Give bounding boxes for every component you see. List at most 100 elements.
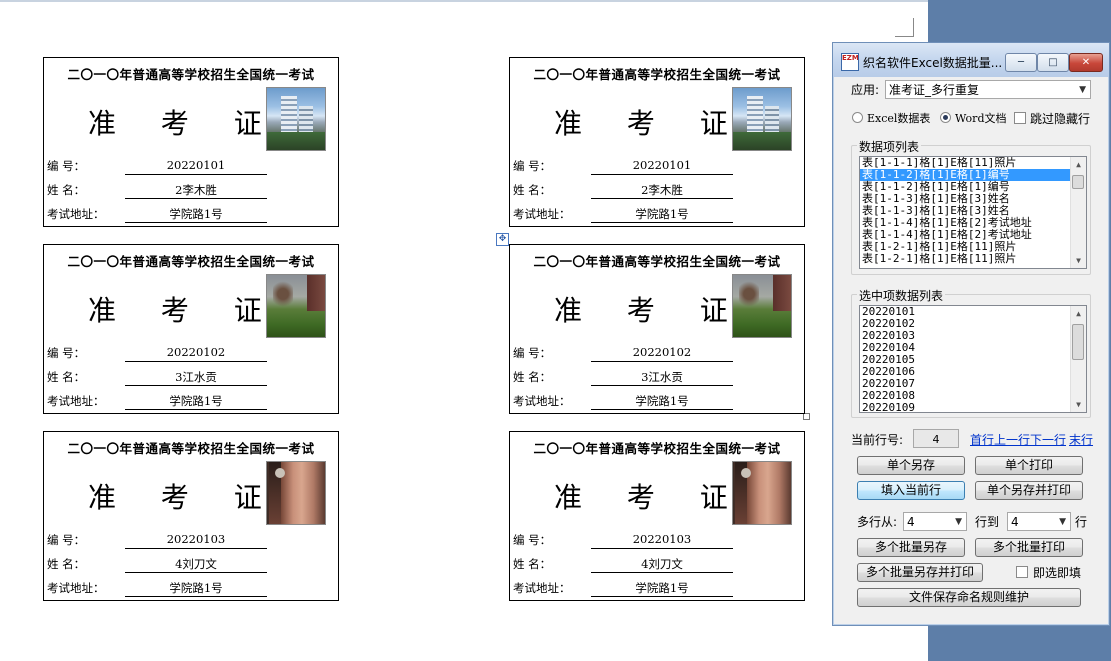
card-title: 二〇一〇年普通高等学校招生全国统一考试 [533,441,781,456]
name-value: 4刘刀文 [591,556,733,573]
name-value: 4刘刀文 [125,556,267,573]
multi-from-label: 多行从: [857,515,898,529]
scroll-down-icon[interactable]: ▼ [1071,397,1086,412]
candidate-photo [266,461,326,525]
multi-save-button[interactable]: 多个批量另存 [857,538,965,557]
data-items-scrollbar[interactable]: ▲ ▼ [1070,157,1086,268]
card-heading: 准 考 证 [88,107,280,140]
scroll-up-icon[interactable]: ▲ [1071,157,1086,172]
name-label: 姓 名： [513,557,552,571]
name-row: 姓 名： 2李木胜 [47,182,327,200]
dialog-titlebar[interactable]: EZM 织名软件Excel数据批量... ─ □ ✕ [833,43,1109,77]
address-label: 考试地址： [513,581,571,595]
admission-ticket-card: 二〇一〇年普通高等学校招生全国统一考试准 考 证编 号： 20220101 姓 名：… [509,57,805,227]
number-row: 编 号： 20220102 [513,345,793,363]
radio-excel[interactable] [852,112,863,123]
address-value: 学院路1号 [125,206,267,223]
card-heading: 准 考 证 [88,481,280,514]
name-label: 姓 名： [47,557,86,571]
naming-rules-button[interactable]: 文件保存命名规则维护 [857,588,1081,607]
skip-hidden-label[interactable]: 跳过隐藏行 [1030,110,1090,127]
address-row: 考试地址： 学院路1号 [513,580,793,598]
number-label: 编 号： [513,533,552,547]
data-items-list[interactable]: 表[1-1-1]格[1]E格[11]照片 表[1-1-2]格[1]E格[1]编号表… [859,156,1087,269]
card-title: 二〇一〇年普通高等学校招生全国统一考试 [533,254,781,269]
radio-excel-label[interactable]: Excel数据表 [867,110,930,126]
card-title: 二〇一〇年普通高等学校招生全国统一考试 [67,254,315,269]
close-button[interactable]: ✕ [1069,53,1103,72]
admission-ticket-card: 二〇一〇年普通高等学校招生全国统一考试准 考 证编 号： 20220103 姓 名：… [509,431,805,601]
address-label: 考试地址： [513,207,571,221]
data-item[interactable]: 表[1-2-1]格[1]E格[11]照片 [860,253,1086,265]
number-label: 编 号： [513,159,552,173]
name-value: 3江水贡 [591,369,733,386]
admission-ticket-card: 二〇一〇年普通高等学校招生全国统一考试准 考 证编 号： 20220101 姓 名：… [43,57,339,227]
number-row: 编 号： 20220103 [47,532,327,550]
dialog-title: 织名软件Excel数据批量... [863,56,1003,70]
address-label: 考试地址： [47,207,105,221]
name-label: 姓 名： [513,183,552,197]
nav-next-link[interactable]: 下一行 [1030,431,1066,448]
selected-items-scrollbar[interactable]: ▲ ▼ [1070,306,1086,412]
selected-item[interactable]: 20220109 [860,402,1086,413]
page-top-border [0,0,928,2]
admission-ticket-card: 二〇一〇年普通高等学校招生全国统一考试准 考 证编 号： 20220102 姓 名：… [509,244,805,414]
name-row: 姓 名： 2李木胜 [513,182,793,200]
name-value: 2李木胜 [125,182,267,199]
radio-word-label[interactable]: Word文档 [955,110,1006,126]
name-value: 3江水贡 [125,369,267,386]
nav-last-link[interactable]: 末行 [1069,431,1093,448]
number-value: 20220101 [125,158,267,175]
multi-to-label: 行到 [975,515,1000,529]
instant-fill-checkbox[interactable] [1016,566,1028,578]
name-row: 姓 名： 3江水贡 [47,369,327,387]
table-resize-handle[interactable] [803,413,810,420]
selected-items-list[interactable]: 20220101 20220102 20220103 20220104 20220105… [859,305,1087,413]
skip-hidden-checkbox[interactable] [1014,112,1026,124]
multi-to-select[interactable]: 4 ▼ [1007,512,1071,531]
card-title: 二〇一〇年普通高等学校招生全国统一考试 [67,441,315,456]
address-value: 学院路1号 [125,393,267,410]
minimize-button[interactable]: ─ [1005,53,1037,72]
address-label: 考试地址： [513,394,571,408]
multi-print-button[interactable]: 多个批量打印 [975,538,1083,557]
address-value: 学院路1号 [591,206,733,223]
candidate-photo [732,274,792,338]
table-move-handle-icon[interactable]: ✥ [496,233,509,246]
app-label: 应用: [851,83,880,97]
single-save-button[interactable]: 单个另存 [857,456,965,475]
candidate-photo [732,87,792,151]
number-value: 20220101 [591,158,733,175]
name-label: 姓 名： [513,370,552,384]
app-select[interactable]: 准考证_多行重复 ▼ [885,80,1091,99]
data-items-title: 数据项列表 [857,138,922,155]
instant-fill-label[interactable]: 即选即填 [1033,564,1081,581]
candidate-photo [732,461,792,525]
radio-word[interactable] [940,112,951,123]
multi-save-print-button[interactable]: 多个批量另存并打印 [857,563,983,582]
card-title: 二〇一〇年普通高等学校招生全国统一考试 [67,67,315,82]
scroll-thumb[interactable] [1072,175,1084,189]
chevron-down-icon: ▼ [1059,517,1066,527]
scroll-thumb[interactable] [1072,324,1084,360]
number-label: 编 号： [47,346,86,360]
admission-ticket-card: 二〇一〇年普通高等学校招生全国统一考试准 考 证编 号： 20220102 姓 名：… [43,244,339,414]
maximize-button[interactable]: □ [1037,53,1069,72]
multi-from-select[interactable]: 4 ▼ [903,512,967,531]
address-row: 考试地址： 学院路1号 [47,206,327,224]
single-print-button[interactable]: 单个打印 [975,456,1083,475]
name-label: 姓 名： [47,183,86,197]
scroll-down-icon[interactable]: ▼ [1071,253,1086,268]
document-page: ✥ 二〇一〇年普通高等学校招生全国统一考试准 考 证编 号： 20220101 姓 … [0,0,928,661]
single-save-print-button[interactable]: 单个另存并打印 [975,481,1083,500]
current-row-field: 4 [913,429,959,448]
multi-row-suffix: 行 [1075,515,1088,529]
card-heading: 准 考 证 [554,294,746,327]
nav-prev-link[interactable]: 上一行 [994,431,1030,448]
fill-current-row-button[interactable]: 填入当前行 [857,481,965,500]
nav-first-link[interactable]: 首行 [970,431,994,448]
address-label: 考试地址： [47,581,105,595]
number-label: 编 号： [47,159,86,173]
scroll-up-icon[interactable]: ▲ [1071,306,1086,321]
batch-dialog: EZM 织名软件Excel数据批量... ─ □ ✕ 应用: 准考证_多行重复 ▼… [832,42,1110,626]
